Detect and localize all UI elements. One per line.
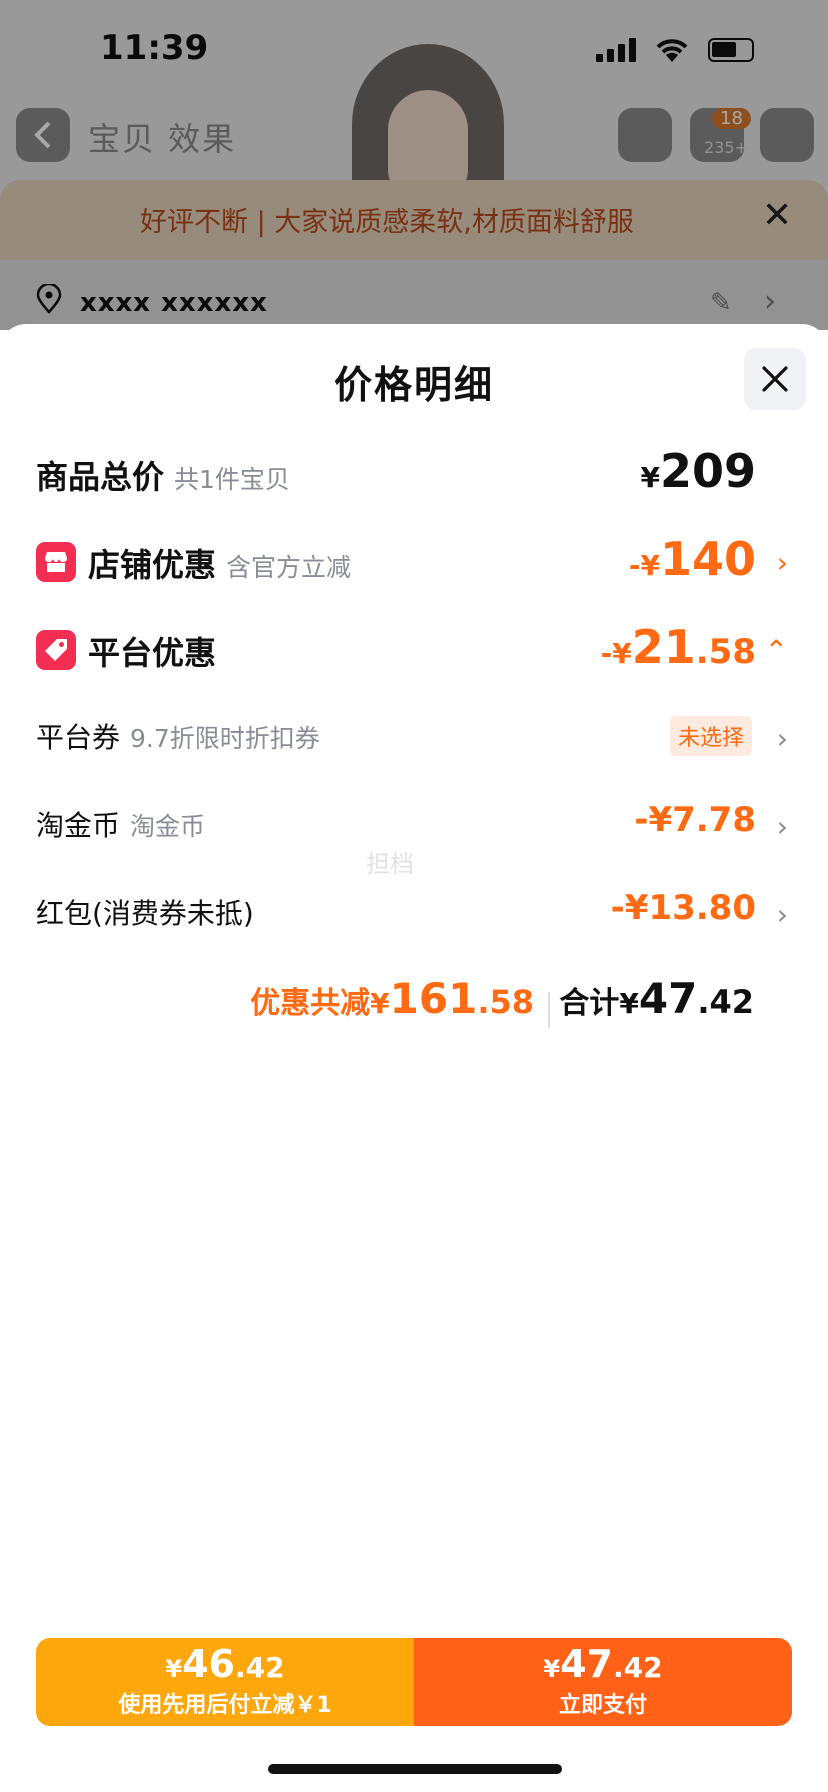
divider [548,992,550,1028]
chevron-right-icon: › [776,810,788,843]
sheet-title: 价格明细 [333,363,494,407]
platform-coupon-row[interactable]: 平台券 9.7折限时折扣券 未选择 › [0,708,828,768]
platform-discount-label: 平台优惠 [88,634,217,672]
price-summary: 优惠共减¥161.58 合计¥47.42 [0,974,828,1044]
discount-total: 优惠共减¥161.58 [250,974,534,1023]
taojin-label: 淘金币 [36,809,121,842]
chevron-right-icon: › [776,722,788,755]
platform-discount-value: -¥21.58 [600,620,756,674]
goods-total-row: 商品总价 共1件宝贝 ¥209 [0,444,828,504]
pay-later-label: 使用先用后付立减￥1 [118,1693,332,1718]
pay-now-button[interactable]: ¥47.42 立即支付 [414,1638,792,1726]
home-indicator [268,1764,562,1774]
shop-discount-label: 店铺优惠 [88,546,217,584]
taojin-value: -¥7.78 [634,800,756,840]
redpack-row[interactable]: 红包(消费券未抵) -¥13.80 › [0,884,828,944]
modal-overlay[interactable] [0,0,828,330]
redpack-label: 红包(消费券未抵) [36,897,254,930]
shop-discount-row[interactable]: 店铺优惠 含官方立减 -¥140 › [0,532,828,592]
taojin-row[interactable]: 淘金币 淘金币 -¥7.78 › [0,796,828,856]
coupon-status-badge: 未选择 [669,716,752,756]
goods-total-sub: 共1件宝贝 [174,465,290,494]
pay-later-button[interactable]: ¥46.42 使用先用后付立减￥1 [36,1638,414,1726]
pay-now-label: 立即支付 [558,1693,647,1718]
chevron-right-icon: › [776,898,788,931]
redpack-value: -¥13.80 [610,888,756,928]
close-button[interactable] [744,348,806,410]
taojin-sub: 淘金币 [130,812,206,841]
chevron-right-icon: › [776,546,788,579]
price-detail-sheet: 价格明细 商品总价共1件宝贝 ¥209 店铺优惠含官方立减 -¥140 › [0,324,828,1792]
platform-discount-row[interactable]: 平台优惠 -¥21.58 ⌃ [0,620,828,680]
chevron-up-icon: ⌃ [764,634,788,667]
watermark: 担档 [366,850,414,878]
close-icon [762,366,788,392]
shop-discount-sub: 含官方立减 [226,553,352,582]
goods-total-label: 商品总价 [36,458,165,496]
background-page: 11:39 宝贝 效果 18 235+ 好评不断 | 大家说质感柔软,材质面料舒… [0,0,828,330]
platform-coupon-sub: 9.7折限时折扣券 [130,724,320,753]
grand-total: 合计¥47.42 [559,974,754,1023]
pay-bar: ¥46.42 使用先用后付立减￥1 ¥47.42 立即支付 [36,1638,792,1726]
tag-icon [36,630,76,670]
platform-coupon-label: 平台券 [36,721,121,754]
goods-total-value: ¥209 [640,444,756,498]
shop-icon [36,542,76,582]
shop-discount-value: -¥140 [628,532,756,586]
